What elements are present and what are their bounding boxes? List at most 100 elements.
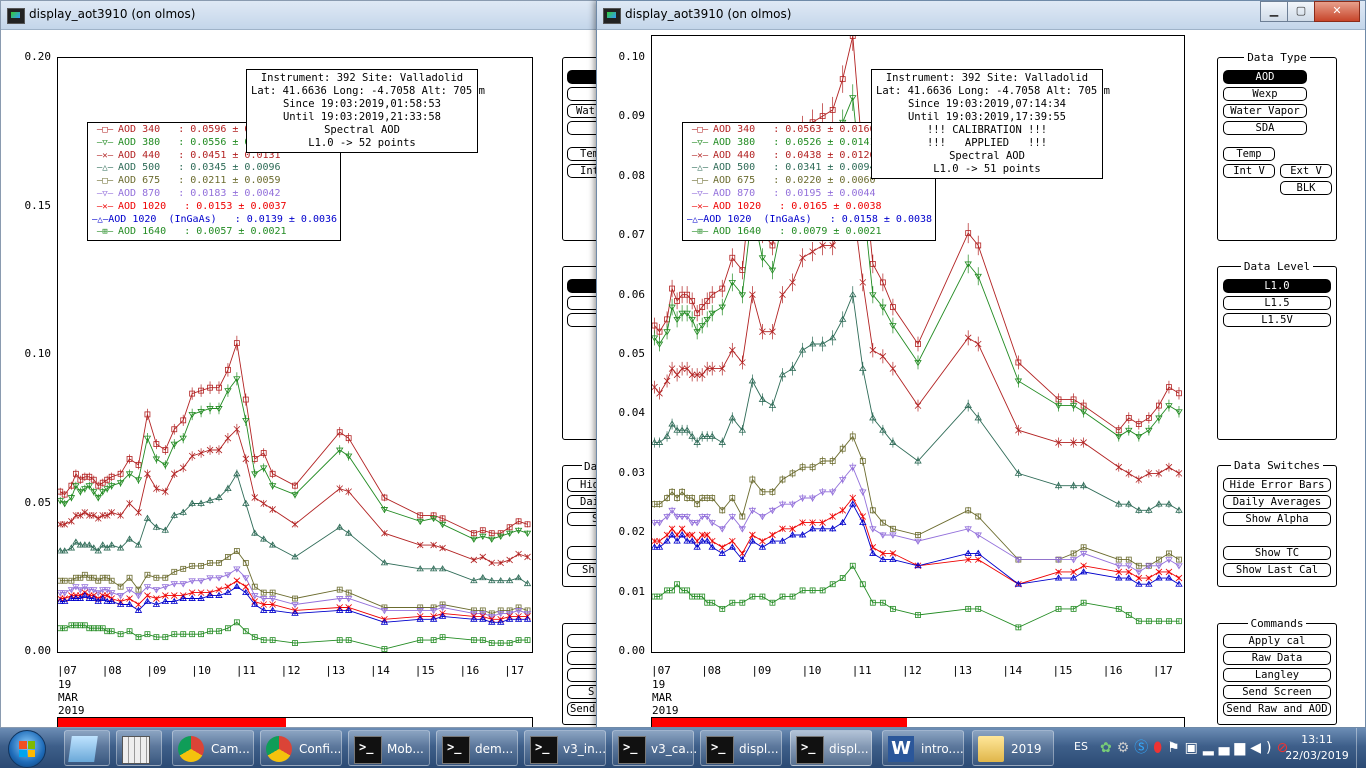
language-indicator[interactable]: ES [1074, 740, 1088, 753]
legend-marker-icon: —▽— [691, 188, 709, 199]
legend-marker-icon: —⊞— [691, 227, 709, 238]
taskbar-app[interactable] [116, 730, 162, 766]
windows-logo-icon [19, 741, 35, 757]
taskbar-app-label: 2019 [1011, 742, 1042, 756]
info-line: Since 19:03:2019,07:14:34 [907, 98, 1067, 110]
apply-cal-button[interactable]: Apply cal [1223, 634, 1331, 648]
taskbar-app-label: Cam... [211, 742, 250, 756]
progress-fill [652, 718, 908, 727]
clock-time[interactable]: 13:11 [1297, 733, 1337, 746]
level-l15-button[interactable]: L1.5 [1223, 296, 1331, 310]
show-alpha-button[interactable]: Show Alpha [1223, 512, 1331, 526]
signal-icon[interactable]: ▂▄▆ [1203, 740, 1250, 756]
show-last-cal-button[interactable]: Show Last Cal [1223, 563, 1331, 577]
taskbar-app[interactable]: Confi... [260, 730, 342, 766]
taskbar-app[interactable]: >_ dem... [436, 730, 518, 766]
taskbar-app[interactable]: >_ v3_ca... [612, 730, 697, 766]
volume-icon[interactable]: ◀) [1250, 740, 1276, 756]
close-button[interactable]: ✕ [1314, 1, 1360, 22]
terminal-icon: >_ [796, 736, 824, 764]
app-icon [7, 8, 25, 24]
progress-fill [58, 718, 286, 727]
show-tc-button[interactable]: Show TC [1223, 546, 1331, 560]
x-tick-label: |15 [414, 664, 435, 677]
info-line: !!! CALIBRATION !!! [926, 124, 1048, 136]
y-tick-label: 0.06 [618, 287, 646, 301]
x-date-year: 2019 [652, 704, 679, 717]
legend-text: AOD 500 : 0.0341 ± 0.0094 [713, 162, 876, 174]
show-desktop-button[interactable] [1356, 728, 1366, 768]
x-tick-label: |14 [1002, 664, 1023, 677]
raw-data-button[interactable]: Raw Data [1223, 651, 1331, 665]
send-raw-aod-button[interactable]: Send Raw and AOD [1223, 702, 1331, 716]
minimize-button[interactable]: ▁ [1260, 1, 1288, 22]
taskbar-app[interactable]: >_ Mob... [348, 730, 430, 766]
wexp-button[interactable]: Wexp [1223, 87, 1307, 101]
info-box-right: Instrument: 392 Site: Valladolid Lat: 41.… [871, 69, 1110, 179]
taskbar-app[interactable] [64, 730, 110, 766]
info-line: Instrument: 392 Site: Valladolid [260, 72, 464, 84]
legend-text: AOD 1640 : 0.0057 ± 0.0021 [118, 226, 287, 238]
x-tick-label: |17 [1152, 664, 1173, 677]
sda-button[interactable]: SDA [1223, 121, 1307, 135]
legend-entry: —⊞— AOD 1640 : 0.0057 ± 0.0021 [92, 226, 336, 239]
titlebar-left[interactable]: display_aot3910 (on olmos) [1, 1, 599, 30]
progress-left [57, 717, 533, 727]
x-date-day: 19 [652, 678, 666, 691]
maximize-button[interactable]: ▢ [1287, 1, 1315, 22]
hide-error-bars-button[interactable]: Hide Error Bars [1223, 478, 1331, 492]
titlebar-right[interactable]: display_aot3910 (on olmos) ▁ ▢ ✕ [597, 1, 1365, 30]
temp-button[interactable]: Temp [1223, 147, 1275, 161]
send-screen-button[interactable]: Send Screen [1223, 685, 1331, 699]
legend-marker-icon: —□— [691, 125, 709, 135]
int-v-button[interactable]: Int V [1223, 164, 1275, 178]
series-line-3 [60, 472, 528, 585]
water-vapor-button[interactable]: Water Vapor [1223, 104, 1307, 118]
x-date-year: 2019 [58, 704, 85, 717]
blk-button[interactable]: BLK [1280, 181, 1332, 195]
info-line: !!! APPLIED !!! [926, 137, 1048, 149]
y-tick-label: 0.15 [24, 198, 52, 212]
series-line-8 [60, 621, 528, 650]
taskbar-app[interactable]: 2019 [972, 730, 1054, 766]
legend-entry: —▽— AOD 870 : 0.0195 ± 0.0044 [687, 188, 931, 201]
taskbar-app[interactable]: Wintro.... [882, 730, 964, 766]
x-tick-label: |12 [280, 664, 301, 677]
network-icon[interactable]: ✿ [1100, 740, 1117, 756]
start-button[interactable] [8, 730, 46, 768]
legend-text: AOD 870 : 0.0183 ± 0.0042 [118, 187, 281, 199]
y-tick-label: 0.09 [618, 109, 646, 123]
taskbar-app[interactable]: >_ v3_in... [524, 730, 606, 766]
legend-text: AOD 675 : 0.0220 ± 0.0060 [713, 175, 876, 187]
y-tick-label: 0.05 [24, 495, 52, 509]
x-tick-label: |11 [235, 664, 256, 677]
level-l15v-button[interactable]: L1.5V [1223, 313, 1331, 327]
clock-date[interactable]: 22/03/2019 [1282, 749, 1352, 762]
aod-button[interactable]: AOD [1223, 70, 1307, 84]
chrome-icon [266, 736, 292, 762]
taskbar-app[interactable]: >_ displ... [790, 730, 872, 766]
taskbar-app[interactable]: >_ displ... [700, 730, 782, 766]
legend-marker-icon: —✕— [691, 150, 709, 161]
daily-averages-button[interactable]: Daily Averages [1223, 495, 1331, 509]
info-box-left: Instrument: 392 Site: Valladolid Lat: 41.… [246, 69, 485, 153]
settings-icon[interactable]: ⚙ [1117, 740, 1135, 756]
ext-v-button[interactable]: Ext V [1280, 164, 1332, 178]
x-tick-label: |08 [701, 664, 722, 677]
taskbar-app-label: dem... [475, 742, 514, 756]
skype-icon[interactable]: Ⓢ [1134, 740, 1153, 756]
tray-icons[interactable]: ✿⚙Ⓢ⬮⚑▣▂▄▆◀)⊘ [1100, 737, 1293, 757]
flag-icon[interactable]: ⚑ [1167, 740, 1185, 756]
series-line-3 [654, 292, 1180, 511]
legend-text: AOD 500 : 0.0345 ± 0.0096 [118, 162, 281, 174]
langley-button[interactable]: Langley [1223, 668, 1331, 682]
level-l10-button[interactable]: L1.0 [1223, 279, 1331, 293]
data-point [144, 592, 151, 599]
device-icon[interactable]: ▣ [1185, 740, 1203, 756]
x-tick-label: |12 [901, 664, 922, 677]
security-icon[interactable]: ⬮ [1153, 740, 1167, 756]
series-line-5 [654, 466, 1180, 573]
legend-text: AOD 675 : 0.0211 ± 0.0059 [118, 175, 281, 187]
calculator-icon [122, 736, 150, 764]
taskbar-app[interactable]: Cam... [172, 730, 254, 766]
